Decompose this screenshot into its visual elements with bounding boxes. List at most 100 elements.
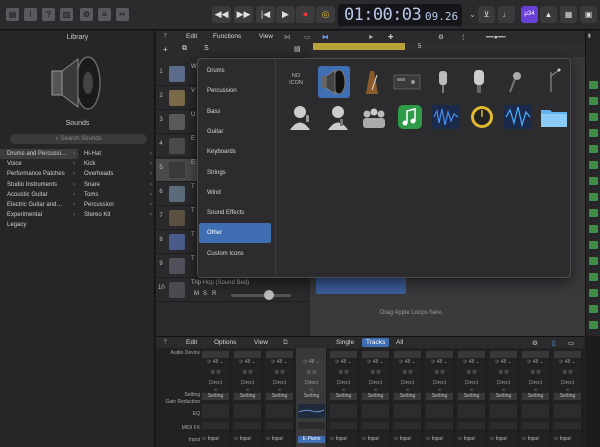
help-icon[interactable]: ?	[42, 8, 55, 21]
setting-button[interactable]: Setting	[330, 393, 357, 400]
setting-button[interactable]: Setting	[554, 393, 581, 400]
icon-category[interactable]: Keyboards	[199, 142, 271, 162]
library-category[interactable]: Drums and Percussi… ›	[0, 149, 78, 160]
single-view-button[interactable]: Single	[336, 339, 354, 346]
tuner-icon[interactable]: ♩	[498, 6, 515, 23]
midi-fx-slot[interactable]	[490, 422, 517, 429]
setting-button[interactable]: Setting	[522, 393, 549, 400]
audio-waveform-icon-option[interactable]	[502, 101, 534, 133]
channel-strip[interactable]: ⊙ 48 ⌄ ◎ ◎ Direct ∞ Setting ⊙ Input	[456, 348, 487, 447]
icon-category[interactable]: Drums	[199, 61, 271, 81]
gear-icon[interactable]: ⚙	[438, 33, 444, 41]
library-category[interactable]: Experimental ›	[0, 210, 78, 220]
eq-thumbnail[interactable]	[362, 404, 389, 418]
midi-fx-slot[interactable]	[458, 422, 485, 429]
library-subcategory[interactable]: Percussion ›	[78, 200, 155, 210]
loop-item-icon[interactable]	[589, 209, 598, 217]
speaker-icon-option[interactable]	[318, 66, 350, 98]
sound-search-input[interactable]: ⌕ Search Sounds	[10, 134, 147, 144]
eq-thumbnail[interactable]	[458, 404, 485, 418]
person-mic-icon-option[interactable]	[322, 101, 354, 133]
no-icon-option[interactable]: NO ICON	[286, 73, 306, 87]
setting-button[interactable]: Setting	[298, 393, 325, 400]
global-solo[interactable]: S	[204, 45, 209, 52]
library-subcategory[interactable]: Stereo Kit ›	[78, 210, 155, 220]
loops-icon[interactable]: ▣	[580, 6, 597, 23]
solo-button[interactable]: S	[203, 291, 207, 297]
icon-category[interactable]: Bass	[199, 102, 271, 122]
input-slot[interactable]: ⊙ Input	[202, 436, 229, 443]
midi-fx-slot[interactable]	[554, 422, 581, 429]
loop-item-icon[interactable]	[589, 97, 598, 105]
pencil-tool-icon[interactable]: ✚	[388, 33, 393, 41]
loop-item-icon[interactable]	[589, 289, 598, 297]
input-slot[interactable]: ⊙ Input	[426, 436, 453, 443]
pointer-tool-icon[interactable]: ➤	[368, 33, 373, 41]
dial-icon-option[interactable]	[466, 101, 498, 133]
strip-width-narrow-icon[interactable]: ▯	[552, 339, 556, 347]
monitor-icons[interactable]: ◎ ◎	[520, 369, 551, 375]
functions-menu[interactable]: Functions	[213, 33, 241, 40]
channel-strip[interactable]: ⊙ 48 ⌄ ◎ ◎ Direct ∞ Setting ⊙ Input	[424, 348, 455, 447]
monitor-icons[interactable]: ◎ ◎	[328, 369, 359, 375]
catch-icon[interactable]: ⤒	[164, 33, 167, 41]
cycle-region[interactable]	[313, 43, 405, 50]
loop-item-icon[interactable]	[589, 145, 598, 153]
mixer-settings-icon[interactable]: ⚙	[80, 8, 93, 21]
channel-strip[interactable]: ⊙ 48 ⌄ ◎ ◎ Direct ∞ Setting E-Piano	[296, 348, 327, 447]
monitor-icons[interactable]: ◎ ◎	[200, 369, 231, 375]
folder-icon-option[interactable]	[538, 101, 570, 133]
library-subcategory[interactable]: Toms ›	[78, 190, 155, 200]
eq-thumbnail[interactable]	[522, 404, 549, 418]
mixer-view-menu[interactable]: View	[254, 339, 268, 346]
loop-item-icon[interactable]	[589, 177, 598, 185]
midi-fx-slot[interactable]	[394, 422, 421, 429]
input-format-box[interactable]	[234, 351, 261, 358]
icon-category[interactable]: Custom Icons	[199, 244, 271, 264]
view-menu[interactable]: View	[259, 33, 273, 40]
loop-item-icon[interactable]	[589, 193, 598, 201]
mixer-edit-menu[interactable]: Edit	[186, 339, 197, 346]
smart-controls-icon[interactable]: ▥	[60, 8, 73, 21]
list-editor-icon[interactable]: ▦	[560, 6, 577, 23]
library-category[interactable]: Studio Instruments ›	[0, 180, 78, 190]
track-row[interactable]: 10 Trip Hop (Sound Bed) M S R	[156, 279, 310, 302]
condenser-mic-icon-option[interactable]	[427, 66, 459, 98]
input-slot[interactable]: ⊙ Input	[266, 436, 293, 443]
eq-thumbnail[interactable]	[554, 404, 581, 418]
monitor-icons[interactable]: ◎ ◎	[232, 369, 263, 375]
input-format-box[interactable]	[394, 351, 421, 358]
metronome-icon[interactable]: ▲	[540, 6, 557, 23]
record-button[interactable]: ●	[296, 6, 315, 23]
info-icon[interactable]: i	[24, 8, 37, 21]
library-category[interactable]: Acoustic Guitar ›	[0, 190, 78, 200]
midi-fx-slot[interactable]	[298, 422, 325, 429]
midi-fx-slot[interactable]	[426, 422, 453, 429]
input-format-box[interactable]	[426, 351, 453, 358]
input-format-box[interactable]	[330, 351, 357, 358]
eq-thumbnail[interactable]	[490, 404, 517, 418]
setting-button[interactable]: Setting	[394, 393, 421, 400]
library-icon[interactable]: ▤	[6, 8, 19, 21]
setting-button[interactable]: Setting	[426, 393, 453, 400]
monitor-icons[interactable]: ◎ ◎	[424, 369, 455, 375]
flex-icon[interactable]: ⋈	[284, 33, 291, 41]
loop-item-icon[interactable]	[589, 161, 598, 169]
loop-item-icon[interactable]	[589, 225, 598, 233]
all-view-button[interactable]: All	[396, 339, 403, 346]
group-icon-option[interactable]	[358, 101, 390, 133]
channel-strip[interactable]: ⊙ 48 ⌄ ◎ ◎ Direct ∞ Setting ⊙ Input	[520, 348, 551, 447]
audio-region[interactable]	[316, 276, 406, 294]
loop-item-icon[interactable]	[589, 257, 598, 265]
tracks-view-button[interactable]: Tracks	[362, 338, 390, 347]
monitor-icons[interactable]: ◎ ◎	[392, 369, 423, 375]
studio-mic-icon-option[interactable]	[463, 66, 495, 98]
replace-mode-icon[interactable]: ⊻	[478, 6, 495, 23]
metronome-icon-option[interactable]	[355, 66, 387, 98]
icon-category[interactable]: Percussion	[199, 81, 271, 101]
setting-button[interactable]: Setting	[202, 393, 229, 400]
midi-fx-slot[interactable]	[522, 422, 549, 429]
loop-item-icon[interactable]	[589, 241, 598, 249]
eq-thumbnail[interactable]	[298, 404, 325, 418]
midi-fx-slot[interactable]	[266, 422, 293, 429]
